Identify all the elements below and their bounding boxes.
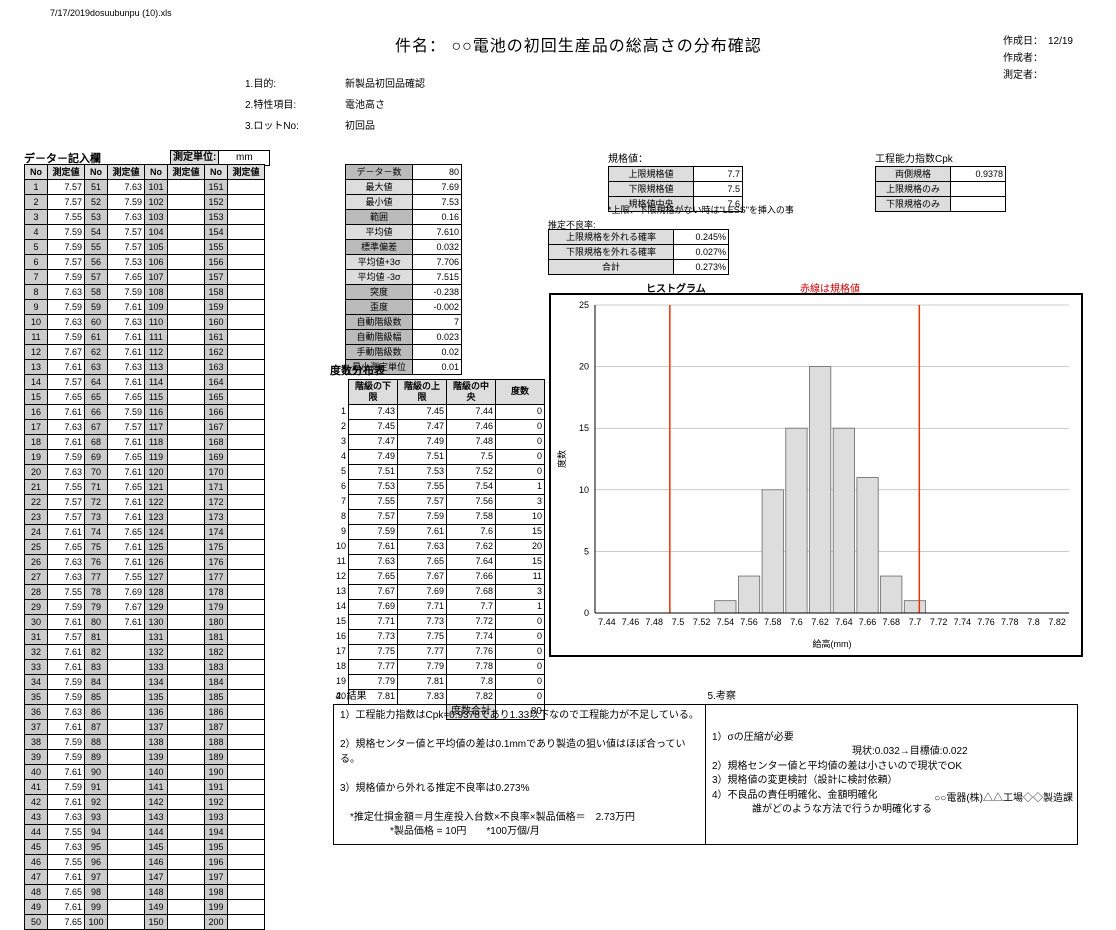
- char-value: 電池高さ: [345, 96, 425, 111]
- svg-text:度数: 度数: [556, 450, 567, 468]
- svg-text:7.48: 7.48: [645, 617, 663, 627]
- data-entry-table: No測定値No測定値No測定値No測定値 17.57517.6310115127…: [24, 164, 265, 930]
- lot-value: 初回品: [345, 117, 425, 132]
- svg-text:7.68: 7.68: [882, 617, 900, 627]
- results-text: 1）工程能力指数はCpk=0.9378であり1.33以下なので工程能力が不足して…: [334, 705, 706, 845]
- cpk-block: 工程能力指数Cpk 両側規格0.9378上限規格のみ下限規格のみ: [875, 150, 1006, 212]
- purpose-value: 新製品初回品確認: [345, 75, 425, 90]
- page-number: 12/19: [1048, 36, 1073, 47]
- measured-by-label: 測定者：: [1003, 66, 1073, 81]
- svg-text:7.62: 7.62: [811, 617, 829, 627]
- cpk-table: 両側規格0.9378上限規格のみ下限規格のみ: [875, 166, 1006, 212]
- purpose-label: 1.目的:: [245, 75, 299, 90]
- svg-text:7.64: 7.64: [835, 617, 853, 627]
- kousatsu-text: 1）σの圧縮が必要 現状:0.032→目標値:0.022 2）規格センター値と平…: [706, 705, 1078, 845]
- svg-text:20: 20: [579, 362, 589, 372]
- meta-right: 作成日： 12/19 作成者： 測定者：: [1003, 32, 1073, 83]
- freq-table: 階級の下限階級の上限階級の中央度数 17.437.457.44027.457.4…: [330, 379, 545, 720]
- freq-title: 度数分布表: [330, 362, 545, 378]
- svg-text:10: 10: [579, 485, 589, 495]
- spec-note: *上限、下限規格がない時は"LESS"を挿入の事: [608, 203, 794, 216]
- page-title: 件名： ○○電池の初回生産品の総高さの分布確認: [395, 32, 762, 56]
- svg-text:7.46: 7.46: [622, 617, 640, 627]
- meta-labels: 1.目的: 2.特性項目: 3.ロットNo:: [245, 75, 299, 138]
- created-by-label: 作成者：: [1003, 49, 1073, 64]
- char-label: 2.特性項目:: [245, 96, 299, 111]
- svg-text:7.52: 7.52: [693, 617, 711, 627]
- svg-text:25: 25: [579, 300, 589, 310]
- created-date-label: 作成日：: [1003, 36, 1038, 47]
- svg-text:7.58: 7.58: [764, 617, 782, 627]
- svg-text:7.56: 7.56: [740, 617, 758, 627]
- est-table: 上限規格を外れる確率0.245%下限規格を外れる確率0.027%合計0.273%: [548, 229, 729, 275]
- svg-text:15: 15: [579, 423, 589, 433]
- svg-text:7.78: 7.78: [1001, 617, 1019, 627]
- results-label: 4. 結果: [334, 690, 706, 705]
- svg-text:0: 0: [584, 608, 589, 618]
- stats-table: デ－タ－数80最大値7.69最小値7.53範囲0.16平均値7.610標準偏差0…: [345, 164, 462, 375]
- svg-text:7.8: 7.8: [1027, 617, 1040, 627]
- meta-values: 新製品初回品確認 電池高さ 初回品: [345, 75, 425, 138]
- histogram-box: 0 5 10 15 20 25 7.44 7.46 7.48 7.5 7.52 7.54 7.56 7.5…: [549, 293, 1083, 657]
- footer-text: ○○電器(株)△△工場◇◇製造課: [934, 789, 1073, 804]
- cpk-title: 工程能力指数Cpk: [875, 150, 1006, 165]
- svg-text:7.76: 7.76: [977, 617, 995, 627]
- svg-text:7.82: 7.82: [1048, 617, 1066, 627]
- svg-text:7.7: 7.7: [909, 617, 922, 627]
- lot-label: 3.ロットNo:: [245, 117, 299, 132]
- kousatsu-label: 5.考察: [706, 690, 1078, 705]
- spec-title: 規格値：: [608, 150, 743, 165]
- file-path: 7/17/2019dosuubunpu (10).xls: [50, 8, 172, 18]
- svg-text:7.54: 7.54: [717, 617, 735, 627]
- histogram-chart: 0 5 10 15 20 25 7.44 7.46 7.48 7.5 7.52 7.54 7.56 7.5…: [551, 295, 1081, 655]
- svg-text:7.5: 7.5: [672, 617, 685, 627]
- svg-text:7.72: 7.72: [930, 617, 948, 627]
- svg-text:7.66: 7.66: [859, 617, 877, 627]
- svg-text:7.44: 7.44: [598, 617, 616, 627]
- svg-text:給高(mm): 給高(mm): [813, 638, 852, 649]
- svg-text:7.74: 7.74: [954, 617, 972, 627]
- svg-text:5: 5: [584, 546, 589, 556]
- svg-text:7.6: 7.6: [790, 617, 803, 627]
- results-block: 4. 結果 5.考察 1）工程能力指数はCpk=0.9378であり1.33以下な…: [333, 690, 1078, 845]
